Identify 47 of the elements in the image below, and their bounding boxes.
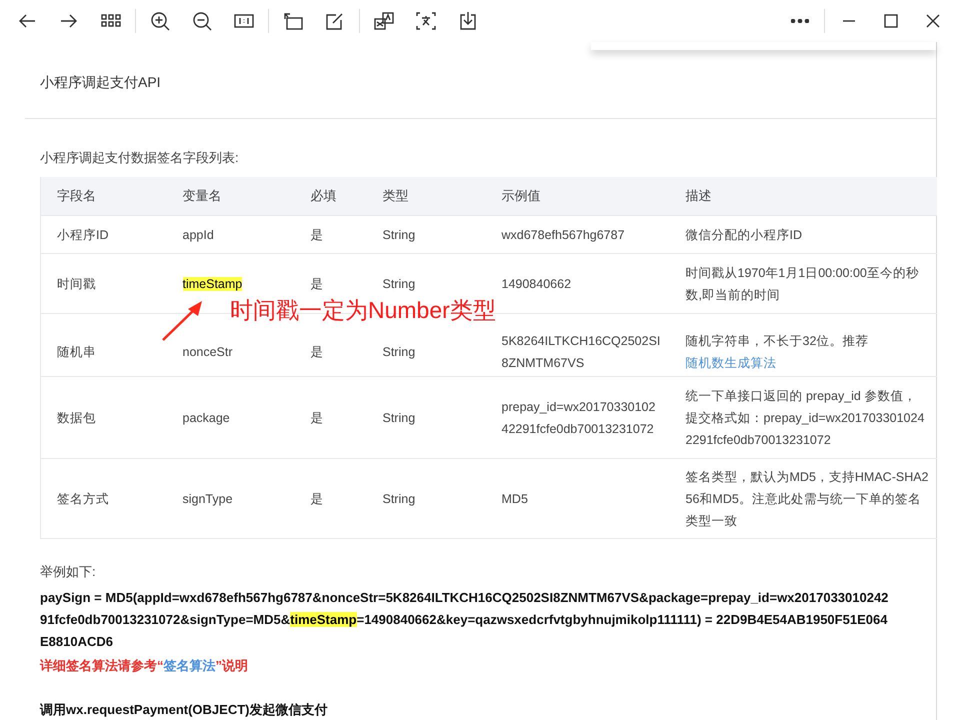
edit-icon	[325, 11, 345, 31]
table-cell: appId	[166, 216, 294, 254]
table-cell: signType	[166, 458, 294, 538]
table-cell: 是	[294, 458, 366, 538]
more-icon	[791, 19, 809, 23]
table-cell: String	[366, 376, 486, 458]
note-text: 详细签名算法请参考“签名算法”说明	[38, 657, 249, 675]
table-cell: prepay_id=wx2017033010242291fcfe0db70013231072	[486, 376, 670, 458]
signature-algorithm-link[interactable]: 签名算法	[164, 658, 216, 673]
column-header: 变量名	[166, 177, 294, 216]
table-cell: 时间戳从1970年1月1日00:00:00至今的秒数,即当前的时间	[670, 254, 936, 314]
formula-line: E8810ACD6	[39, 633, 114, 651]
table-cell: 随机字符串，不长于32位。推荐 随机数生成算法	[670, 314, 936, 376]
translate-icon	[374, 11, 394, 31]
table-cell: String	[366, 458, 486, 538]
column-header: 描述	[670, 177, 936, 216]
column-header: 字段名	[40, 177, 166, 216]
table-cell: 时间戳	[40, 254, 166, 314]
table-cell: package	[166, 376, 294, 458]
table-cell: 微信分配的小程序ID	[670, 216, 936, 254]
table-cell: 签名类型，默认为MD5，支持HMAC-SHA256和MD5。注意此处需与统一下单的签名类型一致	[670, 458, 936, 538]
table-cell: 小程序ID	[40, 216, 166, 254]
table-cell: 统一下单接口返回的 prepay_id 参数值，提交格式如：prepay_id=wx2017033010242291fcfe0db70013231072	[670, 376, 936, 458]
zoom-in-icon	[150, 11, 170, 31]
table-cell: MD5	[486, 458, 670, 538]
table-cell: 随机串	[40, 314, 166, 376]
table-cell: String	[366, 216, 486, 254]
column-header: 示例值	[486, 177, 670, 216]
zoom-out-icon	[192, 11, 212, 31]
table-cell: 是	[294, 216, 366, 254]
table-cell: 签名方式	[40, 458, 166, 538]
formula-line: 91fcfe0db70013231072&signType=MD5&timeStamp=1490840662&key=qazwsxedcrfvtgbyhnujmikolp111111) = 22D9B4E54AB1950F51E064	[39, 611, 888, 629]
download-icon	[458, 11, 478, 31]
column-header: 类型	[366, 177, 486, 216]
table-cell: 数据包	[40, 376, 166, 458]
text-scan-icon	[416, 11, 436, 31]
example-label: 举例如下:	[39, 563, 97, 581]
minimize-icon	[842, 20, 856, 22]
table-cell: 是	[294, 376, 366, 458]
formula-line: paySign = MD5(appId=wxd678efh567hg6787&nonceStr=5K8264ILTKCH16CQ2502SI8ZNMTM67VS&package=prepay_id=wx2017033010242	[39, 589, 890, 607]
column-header: 必填	[294, 177, 366, 216]
rotate-icon	[283, 11, 303, 31]
page-title: 小程序调起支付API	[40, 74, 161, 92]
table-cell: wxd678efh567hg6787	[486, 216, 670, 254]
algorithm-link[interactable]: 随机数生成算法	[686, 356, 776, 370]
table-caption: 小程序调起支付数据签名字段列表:	[39, 149, 240, 167]
section-heading: 调用wx.requestPayment(OBJECT)发起微信支付	[38, 701, 328, 719]
